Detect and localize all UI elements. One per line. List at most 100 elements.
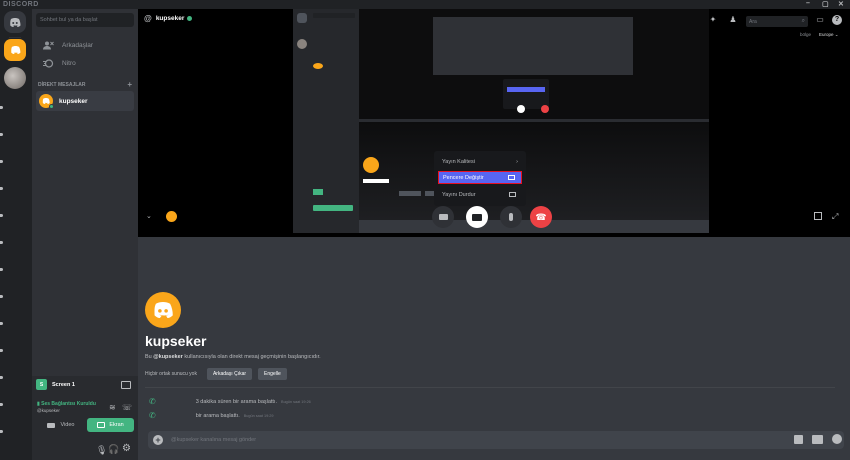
stream-preview-sidebar (293, 9, 359, 233)
microphone-icon (509, 213, 513, 221)
menu-item-label: Pencere Değiştir (443, 174, 484, 181)
title-bar: DISCORD – ▢ ✕ (0, 0, 850, 9)
remove-friend-button[interactable]: Arkadaşı Çıkar (206, 368, 253, 380)
message-composer[interactable]: + @kupseker kanalına mesaj gönder (148, 431, 844, 449)
unread-indicator (0, 430, 3, 433)
screen-share-off-icon (472, 213, 482, 221)
video-icon (46, 422, 55, 428)
sidebar-item-friends[interactable]: Arkadaşlar (36, 35, 134, 55)
block-button[interactable]: Engelle (258, 368, 287, 380)
unread-indicator (0, 187, 3, 190)
unread-indicator (0, 322, 3, 325)
emoji-icon[interactable] (832, 434, 842, 444)
discord-logo-icon (10, 17, 21, 27)
message-text: bir arama başlattı. (195, 412, 240, 419)
dm-actions-row: Hiçbir ortak sunucu yok Arkadaşı Çıkar E… (145, 368, 287, 380)
unread-indicator (0, 268, 3, 271)
divider (145, 387, 835, 388)
unread-indicator (0, 403, 3, 406)
inbox-icon[interactable]: ▭ (815, 15, 825, 25)
participant-avatar[interactable] (166, 211, 177, 222)
dm-profile-name: kupseker (145, 333, 207, 349)
phone-icon: ✆ (149, 397, 156, 406)
gift-icon[interactable] (794, 435, 803, 444)
popout-icon[interactable] (814, 212, 822, 220)
home-button[interactable] (4, 11, 26, 33)
dm-intro-text: Bu @kupseker kullanıcısıyla olan direkt … (145, 354, 321, 360)
find-conversation-input[interactable]: Sohbet bul ya da başlat (36, 13, 134, 27)
region-value: Europe (819, 32, 834, 37)
help-icon[interactable]: ? (832, 15, 842, 25)
sidebar-item-nitro[interactable]: Nitro (36, 53, 134, 73)
menu-item-stop-stream[interactable]: Yayını Durdur (438, 188, 522, 201)
dm-section-title: DİREKT MESAJLAR (38, 82, 86, 88)
screen-source-icon: S (36, 379, 47, 390)
server-icon-kupseker[interactable] (4, 39, 26, 61)
pin-icon[interactable]: ✦ (708, 15, 718, 25)
intro-suffix: kullanıcısıyla olan direkt mesaj geçmişi… (182, 354, 321, 360)
close-button[interactable]: ✕ (838, 0, 844, 8)
add-friend-icon[interactable]: ♟ (728, 15, 738, 25)
server-list (0, 9, 32, 460)
search-input[interactable]: Ara ⌕ (746, 16, 808, 27)
dm-name: kupseker (59, 97, 88, 105)
add-attachment-icon[interactable]: + (153, 435, 163, 445)
menu-item-label: Yayın Kalitesi (442, 158, 475, 165)
discord-logo-icon (154, 302, 173, 318)
online-status-icon (187, 16, 193, 21)
stop-screen-share-button[interactable] (466, 206, 488, 228)
microphone-icon[interactable]: 🎙 (96, 445, 107, 456)
video-button[interactable]: Video (37, 418, 84, 432)
chevron-down-icon[interactable]: ⌄ (146, 212, 152, 220)
message-text: 3 dakika süren bir arama başlattı. (195, 398, 278, 405)
page-title: kupseker (155, 15, 185, 22)
message-timestamp: Bugün saat 19:29 (243, 413, 274, 418)
gif-icon[interactable] (812, 435, 823, 444)
disconnect-icon[interactable]: ☏ (122, 403, 132, 412)
voice-channel-name: @kupseker (37, 408, 60, 413)
camera-button[interactable] (432, 206, 454, 228)
stream-settings-icon[interactable] (121, 381, 131, 389)
voice-status[interactable]: ▮ Ses Bağlantısı Kuruldu (37, 401, 96, 407)
menu-item-change-window[interactable]: Pencere Değiştir (438, 171, 522, 184)
camera-icon (438, 214, 448, 220)
online-status-icon (49, 104, 54, 109)
app-brand: DISCORD (3, 1, 39, 8)
server-separator (9, 37, 21, 38)
user-panel: 🎙 🎧 ⚙ (32, 440, 138, 460)
unread-indicator (0, 160, 3, 163)
unread-indicator (0, 295, 3, 298)
menu-item-stream-quality[interactable]: Yayın Kalitesi › (438, 155, 522, 168)
hang-up-button[interactable]: ☎ (530, 206, 552, 228)
channel-header: @ kupseker (144, 14, 193, 23)
unread-indicator (0, 106, 3, 109)
minimize-button[interactable]: – (806, 0, 810, 7)
dm-section-header: DİREKT MESAJLAR + (38, 80, 132, 89)
noise-suppression-icon[interactable]: ≋ (109, 403, 116, 412)
phone-hangup-icon: ☎ (535, 211, 547, 222)
gear-icon[interactable]: ⚙ (122, 443, 131, 454)
headphones-icon[interactable]: 🎧 (108, 444, 119, 455)
create-dm-button[interactable]: + (127, 80, 132, 89)
call-message: ✆ 3 dakika süren bir arama başlattı. Bug… (149, 397, 311, 406)
voice-status-text: Ses Bağlantısı Kuruldu (41, 401, 96, 407)
screen-button[interactable]: Ekran (87, 418, 134, 432)
call-message: ✆ bir arama başlattı. Bugün saat 19:29 (149, 411, 274, 420)
message-timestamp: Bugün saat 19:26 (281, 399, 311, 404)
discord-logo-icon (42, 98, 50, 104)
stream-context-menu: Yayın Kalitesi › Pencere Değiştir Yayını… (434, 151, 526, 206)
message-input[interactable]: @kupseker kanalına mesaj gönder (171, 437, 256, 443)
search-icon: ⌕ (801, 18, 805, 24)
region-select[interactable]: Europe ⌄ (819, 32, 839, 38)
friends-icon (42, 40, 54, 50)
dm-item-kupseker[interactable]: kupseker (36, 91, 134, 111)
video-button-label: Video (60, 422, 75, 428)
server-icon-photo[interactable] (4, 67, 26, 89)
fullscreen-icon[interactable]: ⤢ (832, 212, 838, 222)
phone-icon: ✆ (149, 411, 156, 420)
maximize-button[interactable]: ▢ (822, 0, 829, 8)
stream-source-title: Screen 1 (52, 381, 75, 388)
discord-logo-icon (10, 46, 20, 54)
mute-button[interactable] (500, 206, 522, 228)
unread-indicator (0, 133, 3, 136)
